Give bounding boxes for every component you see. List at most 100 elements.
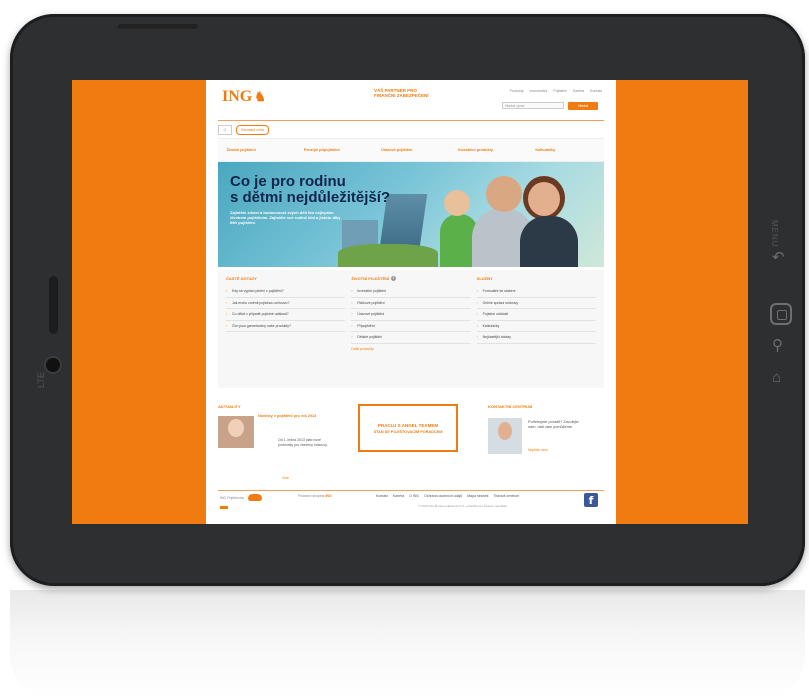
column-heading-text: ČASTÉ DOTAZY bbox=[226, 276, 257, 281]
facebook-icon[interactable]: f bbox=[584, 493, 598, 507]
column-heading: SLUŽBY bbox=[477, 276, 596, 281]
footer-nav-item[interactable]: Tisková centrum bbox=[493, 494, 519, 498]
search-button[interactable]: Hledat bbox=[568, 102, 598, 110]
device-menu-label: MENU bbox=[770, 220, 779, 248]
back-icon[interactable]: ↶ bbox=[772, 250, 785, 265]
lower-section: AKTUALITY Novinky v pojištění pro rok 20… bbox=[218, 398, 604, 486]
info-icon[interactable]: i bbox=[391, 276, 397, 281]
promo-banner[interactable]: PRACUJ S ANGEL TEAMEM STAŇ SE POJIŠŤOVAC… bbox=[358, 404, 458, 452]
footer-navigation: Kontakt Kariéra O ING Ochrana osobních ú… bbox=[376, 494, 519, 498]
client-zone-label: Klientská zóna bbox=[241, 128, 264, 132]
product-item[interactable]: Dětské pojištění bbox=[351, 332, 471, 344]
info-columns: ČASTÉ DOTAZY Kdy se vyplácí plnění z poj… bbox=[218, 270, 604, 388]
more-products-link[interactable]: Další produkty bbox=[351, 344, 470, 354]
footer-group[interactable]: Finanční skupina ING bbox=[298, 494, 332, 498]
news-photo-face bbox=[228, 419, 244, 437]
mainnav-item[interactable]: Úrazové pojištění bbox=[381, 148, 441, 153]
mainnav-item[interactable]: Penzijní připojištění bbox=[304, 148, 364, 153]
search-icon[interactable]: ⚲ bbox=[772, 338, 783, 353]
search-input[interactable]: Hledat výraz bbox=[502, 102, 564, 109]
service-item[interactable]: Formuláře ke stažení bbox=[476, 286, 596, 298]
footer-nav-item[interactable]: Ochrana osobních údajů bbox=[424, 494, 462, 498]
footer-mark bbox=[220, 506, 228, 509]
service-item[interactable]: Nejčastější dotazy bbox=[476, 332, 596, 344]
lion-icon: ♞ bbox=[254, 89, 266, 104]
faq-item[interactable]: Co dělat v případě pojistné události? bbox=[226, 309, 346, 321]
hero-mother-face bbox=[528, 182, 560, 216]
logo-text: ING bbox=[222, 88, 253, 105]
cloud-icon bbox=[247, 494, 262, 501]
hero-text: Zajistěte zdraví a budoucnost svých dětí… bbox=[230, 210, 341, 225]
hero-title-line: s dětmi nejdůležitější? bbox=[230, 189, 391, 206]
faq-item[interactable]: Jak mohu změnit pojistnou smlouvu? bbox=[226, 298, 346, 309]
hero-title: Co je pro rodinu s dětmi nejdůležitější? bbox=[230, 174, 390, 206]
mainnav-item[interactable]: Životní pojištění bbox=[227, 148, 287, 153]
main-navigation: Životní pojištění Penzijní připojištění … bbox=[218, 138, 604, 162]
client-zone-tab[interactable]: Klientská zóna bbox=[236, 125, 269, 135]
device-reflection bbox=[10, 590, 805, 700]
footer-group-brand: ING bbox=[325, 494, 332, 498]
contact-photo bbox=[488, 418, 522, 454]
top-navigation: Produkty Investování Pojištění Kariéra K… bbox=[510, 89, 602, 93]
ing-logo[interactable]: ING ♞ bbox=[222, 88, 266, 106]
home-icon[interactable] bbox=[770, 303, 792, 325]
speaker-grille bbox=[49, 276, 58, 334]
topnav-item[interactable]: Investování bbox=[529, 89, 547, 93]
topnav-item[interactable]: Kariéra bbox=[573, 89, 584, 93]
contact-heading: KONTAKTNÍ CENTRUM bbox=[488, 404, 533, 409]
home-tab-icon[interactable]: ⌂ bbox=[218, 125, 232, 135]
services-column: SLUŽBY Formuláře ke stažení Online správ… bbox=[476, 276, 596, 382]
service-item[interactable]: Pojistné události bbox=[476, 309, 596, 321]
footer-nav-item[interactable]: Mapa stránek bbox=[467, 494, 488, 498]
mainnav-item[interactable]: Kalkulačky bbox=[535, 148, 595, 153]
service-item[interactable]: Online správa smlouvy bbox=[476, 298, 596, 309]
topnav-item[interactable]: Pojištění bbox=[553, 89, 566, 93]
power-button[interactable] bbox=[118, 24, 198, 29]
bookmark-icon[interactable]: ⌂ bbox=[772, 370, 781, 385]
hero-father-face bbox=[486, 176, 522, 212]
promo-line: PRACUJ S ANGEL TEAMEM bbox=[377, 422, 439, 428]
website-page: ING ♞ VÁŠ PARTNER PRO FINANČNÍ ZABEZPEČE… bbox=[206, 80, 616, 524]
hero-child-face bbox=[444, 190, 470, 216]
product-item[interactable]: Rizikové pojištění bbox=[351, 298, 471, 309]
contact-text: Potřebujete poradit? Zavolejte nám, rádi… bbox=[528, 420, 579, 429]
mainnav-item[interactable]: Investiční produkty bbox=[458, 148, 518, 153]
column-heading-text: SLUŽBY bbox=[476, 276, 493, 281]
news-title[interactable]: Novinky v pojištění pro rok 2013 bbox=[258, 414, 334, 419]
faq-column: ČASTÉ DOTAZY Kdy se vyplácí plnění z poj… bbox=[226, 276, 346, 382]
header-divider bbox=[218, 120, 604, 121]
footer-nav-item[interactable]: O ING bbox=[409, 494, 419, 498]
footer-nav-item[interactable]: Kontakt bbox=[376, 494, 388, 498]
contact-link[interactable]: Napište nám bbox=[528, 448, 548, 452]
footer-copyright: © 2013 ING Životní pojišťovna N.V., pobo… bbox=[418, 504, 507, 508]
product-item[interactable]: Připojištění bbox=[351, 321, 471, 332]
news-text: Od 1. ledna 2013 platí nové podmínky pro… bbox=[278, 438, 328, 447]
topnav-item[interactable]: Produkty bbox=[510, 89, 524, 93]
news-more-link[interactable]: Více bbox=[282, 476, 289, 480]
column-heading: ČASTÉ DOTAZY bbox=[226, 276, 345, 281]
service-item[interactable]: Kalkulačky bbox=[476, 321, 596, 332]
product-item[interactable]: Investiční pojištění bbox=[351, 286, 471, 298]
footer-brand-text: ING Pojišťovna bbox=[220, 495, 244, 500]
tagline: VÁŠ PARTNER PRO FINANČNÍ ZABEZPEČENÍ bbox=[374, 88, 429, 98]
tab-row: ⌂ Klientská zóna bbox=[218, 125, 269, 135]
tablet-screen: ING ♞ VÁŠ PARTNER PRO FINANČNÍ ZABEZPEČE… bbox=[72, 80, 748, 524]
contact-photo-face bbox=[498, 422, 512, 440]
hero-banner[interactable]: Co je pro rodinu s dětmi nejdůležitější?… bbox=[218, 162, 604, 267]
faq-item[interactable]: Čím jsou garantovány naše produkty? bbox=[226, 321, 346, 332]
hero-trees-image bbox=[338, 244, 438, 267]
hero-mother-image bbox=[520, 216, 578, 267]
products-column: ŽIVOTNÍ POJIŠTĚNÍ i Investiční pojištění… bbox=[351, 276, 471, 382]
column-heading-text: ŽIVOTNÍ POJIŠTĚNÍ bbox=[351, 276, 390, 281]
camera-icon bbox=[46, 358, 60, 372]
footer-group-label: Finanční skupina bbox=[298, 494, 325, 498]
promo-line: STAŇ SE POJIŠŤOVACÍM PORADCEM bbox=[373, 429, 443, 434]
device-brand-label: LTE bbox=[36, 372, 46, 388]
footer-nav-item[interactable]: Kariéra bbox=[393, 494, 404, 498]
product-item[interactable]: Úrazové pojištění bbox=[351, 309, 471, 321]
column-heading: ŽIVOTNÍ POJIŠTĚNÍ i bbox=[351, 276, 470, 281]
topnav-item[interactable]: Kontakt bbox=[590, 89, 602, 93]
faq-item[interactable]: Kdy se vyplácí plnění z pojištění? bbox=[226, 286, 346, 298]
footer-brand: ING Pojišťovna bbox=[220, 494, 262, 501]
news-photo[interactable] bbox=[218, 416, 254, 448]
